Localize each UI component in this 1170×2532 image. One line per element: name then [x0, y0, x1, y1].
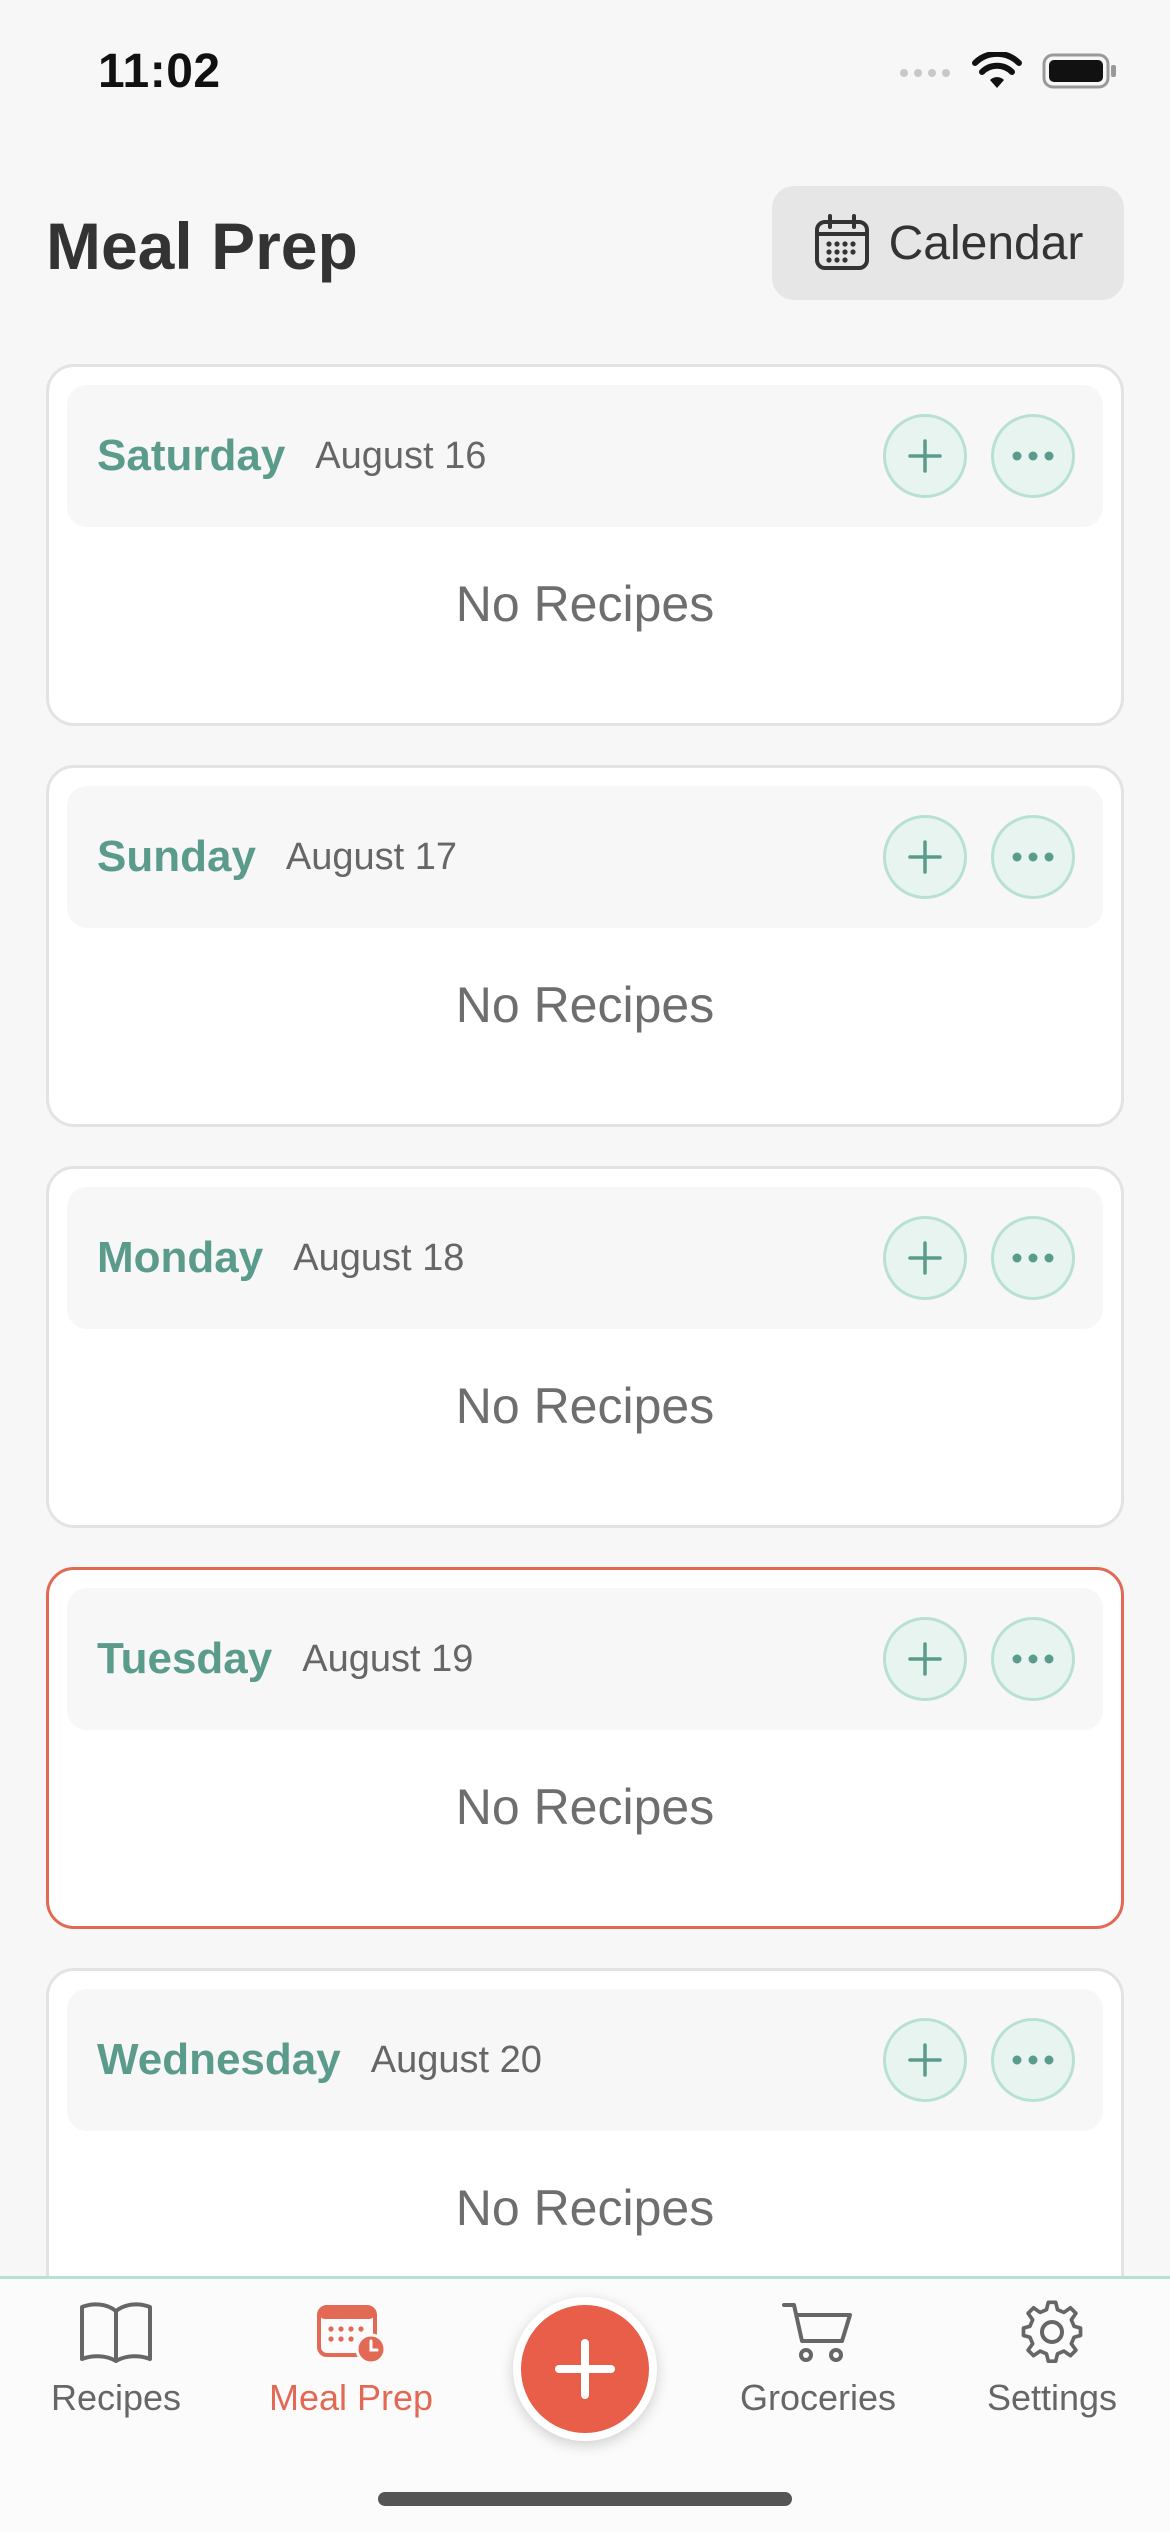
- tab-label: Groceries: [739, 2377, 897, 2418]
- tab-label: Settings: [986, 2377, 1118, 2418]
- day-card-sunday[interactable]: Sunday August 17 No Recipes: [46, 765, 1124, 1127]
- ellipsis-icon: [1012, 1654, 1054, 1664]
- ellipsis-icon: [1012, 451, 1054, 461]
- cart-icon: [782, 2303, 852, 2362]
- day-actions: [883, 815, 1075, 899]
- calendar-button[interactable]: Calendar: [772, 186, 1124, 300]
- day-header: Saturday August 16: [67, 385, 1103, 527]
- status-time: 11:02: [98, 45, 221, 98]
- day-card-monday[interactable]: Monday August 18 No Recipes: [46, 1166, 1124, 1528]
- home-indicator[interactable]: [378, 2492, 792, 2506]
- day-name: Wednesday: [97, 2035, 341, 2084]
- ellipsis-icon: [1012, 1253, 1054, 1263]
- more-options-button[interactable]: [991, 414, 1075, 498]
- plus-icon: [555, 2339, 615, 2399]
- day-actions: [883, 1216, 1075, 1300]
- plus-icon: [908, 1642, 942, 1676]
- day-date: August 16: [315, 434, 487, 477]
- calendar-clock-icon: [317, 2305, 387, 2365]
- no-recipes-text: No Recipes: [455, 977, 715, 1033]
- day-name: Saturday: [97, 431, 286, 480]
- calendar-button-label: Calendar: [888, 216, 1084, 270]
- header: Meal Prep Calendar: [0, 180, 1170, 310]
- plus-icon: [908, 439, 942, 473]
- more-options-button[interactable]: [991, 1216, 1075, 1300]
- tab-recipes[interactable]: Recipes: [1, 2299, 231, 2459]
- calendar-icon: [814, 214, 869, 270]
- plus-icon: [908, 1241, 942, 1275]
- tab-label: Meal Prep: [268, 2377, 434, 2418]
- more-options-button[interactable]: [991, 815, 1075, 899]
- more-options-button[interactable]: [991, 2018, 1075, 2102]
- ellipsis-icon: [1012, 852, 1054, 862]
- status-icons: [898, 52, 1118, 90]
- wifi-icon: [972, 52, 1022, 88]
- tab-groceries[interactable]: Groceries: [703, 2299, 933, 2459]
- day-header: Wednesday August 20: [67, 1989, 1103, 2131]
- cellular-signal-icon: [900, 69, 950, 77]
- day-actions: [883, 1617, 1075, 1701]
- day-name: Monday: [97, 1233, 264, 1282]
- tab-settings[interactable]: Settings: [937, 2299, 1167, 2459]
- ellipsis-icon: [1012, 2055, 1054, 2065]
- day-card-tuesday[interactable]: Tuesday August 19 No Recipes: [46, 1567, 1124, 1929]
- add-recipe-button[interactable]: [883, 414, 967, 498]
- add-recipe-button[interactable]: [883, 2018, 967, 2102]
- add-recipe-button[interactable]: [883, 1617, 967, 1701]
- day-date: August 20: [370, 2038, 542, 2081]
- day-date: August 18: [293, 1236, 465, 1279]
- add-button[interactable]: [513, 2297, 657, 2441]
- status-bar: 11:02: [0, 0, 1170, 140]
- no-recipes-text: No Recipes: [455, 576, 715, 632]
- plus-icon: [908, 840, 942, 874]
- add-recipe-button[interactable]: [883, 1216, 967, 1300]
- add-recipe-button[interactable]: [883, 815, 967, 899]
- day-header: Tuesday August 19: [67, 1588, 1103, 1730]
- no-recipes-text: No Recipes: [455, 2180, 715, 2236]
- page-title: Meal Prep: [46, 209, 358, 283]
- day-card-saturday[interactable]: Saturday August 16 No Recipes: [46, 364, 1124, 726]
- tab-meal-prep[interactable]: Meal Prep: [236, 2299, 466, 2459]
- battery-icon: [1042, 53, 1116, 89]
- day-card-wednesday[interactable]: Wednesday August 20 No Recipes: [46, 1968, 1124, 2276]
- gear-icon: [1021, 2300, 1083, 2364]
- day-date: August 19: [302, 1637, 474, 1680]
- day-header: Sunday August 17: [67, 786, 1103, 928]
- day-actions: [883, 414, 1075, 498]
- day-name: Tuesday: [97, 1634, 273, 1683]
- tab-label: Recipes: [50, 2377, 182, 2418]
- plus-icon: [908, 2043, 942, 2077]
- day-name: Sunday: [97, 832, 256, 881]
- day-date: August 17: [285, 835, 458, 878]
- more-options-button[interactable]: [991, 1617, 1075, 1701]
- day-list[interactable]: Saturday August 16 No Recipes Sunday Aug…: [46, 364, 1124, 2276]
- day-header: Monday August 18: [67, 1187, 1103, 1329]
- day-actions: [883, 2018, 1075, 2102]
- book-icon: [80, 2302, 152, 2363]
- no-recipes-text: No Recipes: [455, 1378, 715, 1434]
- no-recipes-text: No Recipes: [455, 1779, 715, 1835]
